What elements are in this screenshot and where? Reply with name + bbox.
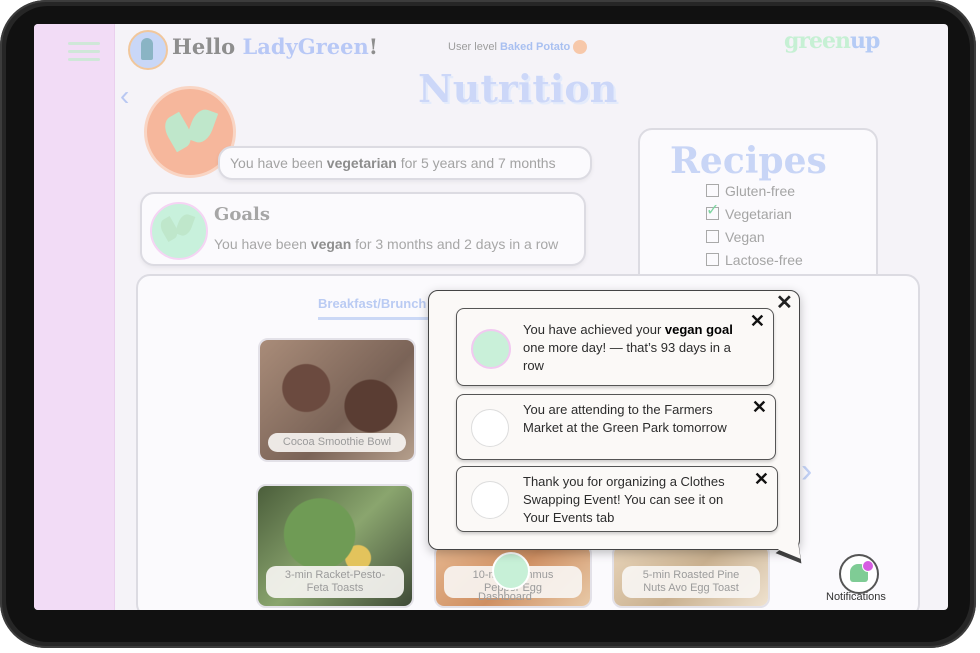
goals-text: You have been vegan for 3 months and 2 d… xyxy=(214,236,558,252)
goals-text-bold: vegan xyxy=(310,236,352,252)
notifications-label[interactable]: Notifications xyxy=(826,591,886,603)
dashboard-label[interactable]: Dashboard xyxy=(478,591,532,603)
vegetarian-pre: You have been xyxy=(230,155,327,171)
checkbox[interactable] xyxy=(706,230,719,243)
menu-icon[interactable] xyxy=(68,42,100,70)
notif-pre: You are attending to the Farmers Market … xyxy=(523,402,727,435)
goals-title: Goals xyxy=(214,204,271,225)
recipe-card-roasted-pine-nuts-avo-egg-toast[interactable]: 5-min Roasted Pine Nuts Avo Egg Toast xyxy=(612,544,770,608)
recipe-title: 3-min Racket-Pesto- Feta Toasts xyxy=(266,566,404,598)
tab-breakfast-brunch[interactable]: Breakfast/Brunch xyxy=(318,296,442,320)
user-level-label: User level xyxy=(448,40,500,53)
dashboard-icon[interactable] xyxy=(492,552,530,590)
notif-pre: Thank you for organizing a Clothes Swapp… xyxy=(523,474,725,525)
vegetarian-bold: vegetarian xyxy=(326,155,397,171)
close-icon[interactable]: ✕ xyxy=(752,397,767,418)
vegetarian-status: You have been vegetarian for 5 years and… xyxy=(218,146,592,180)
vegetarian-post: for 5 years and 7 months xyxy=(396,155,556,171)
filter-gluten-free[interactable]: Gluten-free xyxy=(706,183,795,199)
back-arrow-icon[interactable]: ‹ xyxy=(120,80,129,112)
goals-card[interactable]: Goals You have been vegan for 3 months a… xyxy=(140,192,586,266)
notif-bold1: vegan xyxy=(664,322,703,337)
filter-label: Gluten-free xyxy=(725,183,796,199)
checkbox-checked[interactable] xyxy=(706,200,719,220)
user-level: User level Baked Potato xyxy=(448,40,588,54)
filter-lactose-free[interactable]: Lactose-free xyxy=(706,252,803,268)
filter-vegetarian[interactable]: Vegetarian xyxy=(706,200,792,222)
next-arrow-icon[interactable]: › xyxy=(801,452,812,491)
goals-text-post: for 3 months and 2 days in a row xyxy=(351,236,559,252)
sprout-icon xyxy=(150,202,208,260)
notif-post: one more day! — that’s 93 days in a row xyxy=(523,340,731,373)
checkbox[interactable] xyxy=(706,184,719,197)
checkbox[interactable] xyxy=(706,253,719,266)
brand-logo: greenup xyxy=(784,28,880,54)
user-level-value: Baked Potato xyxy=(499,40,571,53)
greeting-text: Hello xyxy=(172,34,243,59)
recipe-title: 5-min Roasted Pine Nuts Avo Egg Toast xyxy=(622,566,760,598)
filter-vegan[interactable]: Vegan xyxy=(706,229,765,245)
close-popover-icon[interactable]: ✕ xyxy=(776,290,793,315)
notification-farmers-market[interactable]: You are attending to the Farmers Market … xyxy=(456,394,776,460)
goals-text-pre: You have been xyxy=(214,236,311,252)
filter-label: Vegetarian xyxy=(725,206,792,222)
notification-text: You are attending to the Farmers Market … xyxy=(523,401,749,437)
clothes-icon xyxy=(471,481,509,519)
notif-bold2: goal xyxy=(706,322,733,337)
greeting: Hello LadyGreen! xyxy=(172,34,378,59)
recipe-title: Cocoa Smoothie Bowl xyxy=(268,433,406,452)
notifications-bell-icon[interactable] xyxy=(839,554,879,594)
filter-label: Vegan xyxy=(725,229,765,245)
potato-icon xyxy=(573,40,588,54)
recipes-title: Recipes xyxy=(670,140,827,182)
avatar[interactable] xyxy=(128,30,168,70)
page-title: Nutrition xyxy=(418,66,618,111)
notif-pre: You have achieved your xyxy=(523,322,665,337)
sidebar xyxy=(34,24,115,610)
market-icon xyxy=(471,409,509,447)
sprout-icon xyxy=(471,329,511,369)
notification-text: You have achieved your vegan goal one mo… xyxy=(523,321,747,375)
close-icon[interactable]: ✕ xyxy=(750,311,765,332)
brand-up: up xyxy=(849,28,880,54)
notification-vegan-goal[interactable]: You have achieved your vegan goal one mo… xyxy=(456,308,774,386)
user-name: LadyGreen xyxy=(242,34,369,59)
recipe-card-cocoa-smoothie-bowl[interactable]: Cocoa Smoothie Bowl xyxy=(258,338,416,462)
app-screen: ‹ Hello LadyGreen! User level Baked Pota… xyxy=(34,24,948,610)
recipe-card-racket-pesto-feta-toasts[interactable]: 3-min Racket-Pesto- Feta Toasts xyxy=(256,484,414,608)
brand-green: green xyxy=(784,28,851,54)
filter-label: Lactose-free xyxy=(725,252,803,268)
notification-clothes-swap[interactable]: Thank you for organizing a Clothes Swapp… xyxy=(456,466,778,532)
notification-text: Thank you for organizing a Clothes Swapp… xyxy=(523,473,751,527)
greeting-end: ! xyxy=(368,34,378,59)
close-icon[interactable]: ✕ xyxy=(754,469,769,490)
